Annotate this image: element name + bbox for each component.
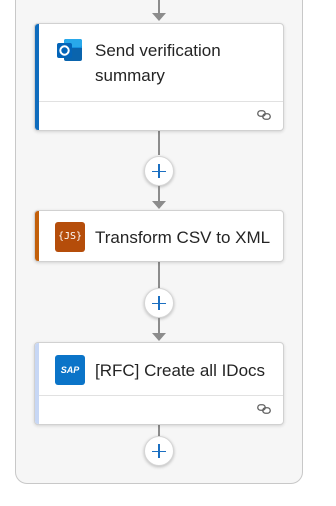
- link-icon[interactable]: [257, 110, 271, 120]
- outlook-icon: [55, 34, 85, 64]
- card-title: Send verification summary: [95, 41, 221, 85]
- insert-step-button[interactable]: [144, 156, 174, 186]
- card-accent-bar: [35, 211, 39, 261]
- link-icon[interactable]: [257, 404, 271, 414]
- connector-line: [158, 0, 160, 14]
- card-footer: [39, 395, 283, 424]
- javascript-icon-label: {JS}: [57, 231, 83, 242]
- connector-line: [158, 318, 160, 333]
- action-card-rfc-create-all-idocs[interactable]: SAP [RFC] Create all IDocs: [34, 342, 284, 425]
- card-footer: [39, 101, 283, 130]
- connector-line: [158, 186, 160, 201]
- connector-arrow: [152, 333, 166, 341]
- connector-line: [158, 131, 160, 155]
- action-card-send-verification-summary[interactable]: Send verification summary: [34, 23, 284, 131]
- javascript-icon: {JS}: [55, 222, 85, 252]
- connector-arrow: [152, 201, 166, 209]
- card-title: [RFC] Create all IDocs: [95, 361, 266, 380]
- insert-step-button[interactable]: [144, 436, 174, 466]
- sap-icon-label: SAP: [60, 365, 80, 375]
- connector-line: [158, 425, 160, 436]
- sap-icon: SAP: [55, 355, 85, 385]
- card-title: Transform CSV to XML: [95, 228, 271, 247]
- action-card-transform-csv-to-xml[interactable]: {JS} Transform CSV to XML: [34, 210, 284, 262]
- insert-step-button[interactable]: [144, 288, 174, 318]
- connector-line: [158, 262, 160, 288]
- connector-arrow: [152, 13, 166, 21]
